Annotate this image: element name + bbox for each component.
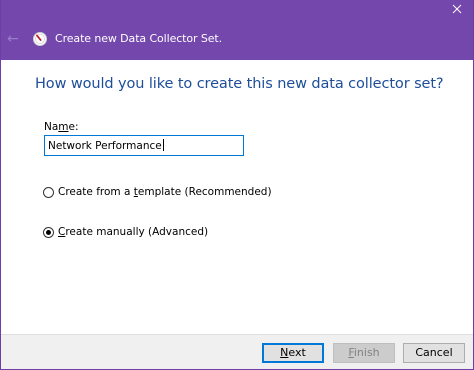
text-caret	[162, 139, 164, 151]
radio-manual[interactable]	[43, 226, 54, 238]
close-icon[interactable]	[441, 0, 473, 20]
next-button[interactable]: Next	[262, 343, 324, 363]
option-manual[interactable]: Create manually (Advanced)	[43, 225, 208, 239]
name-input[interactable]: Network Performance	[44, 135, 244, 156]
back-arrow-icon[interactable]: ←	[7, 32, 21, 46]
option-template[interactable]: Create from a template (Recommended)	[43, 185, 272, 199]
button-bar: Next Finish Cancel	[1, 334, 473, 369]
title-bar: ← Create new Data Collector Set.	[1, 0, 473, 60]
window-title: Create new Data Collector Set.	[55, 32, 223, 45]
radio-template[interactable]	[43, 186, 54, 198]
finish-button: Finish	[333, 343, 395, 363]
dialog-window: ← Create new Data Collector Set. How wou…	[0, 0, 474, 370]
name-label: Name:	[44, 121, 79, 133]
name-input-value: Network Performance	[48, 140, 162, 152]
page-heading: How would you like to create this new da…	[35, 76, 444, 92]
performance-monitor-icon	[33, 32, 47, 46]
option-manual-label: Create manually (Advanced)	[58, 226, 209, 238]
option-template-label: Create from a template (Recommended)	[58, 186, 272, 198]
cancel-button[interactable]: Cancel	[403, 343, 465, 363]
